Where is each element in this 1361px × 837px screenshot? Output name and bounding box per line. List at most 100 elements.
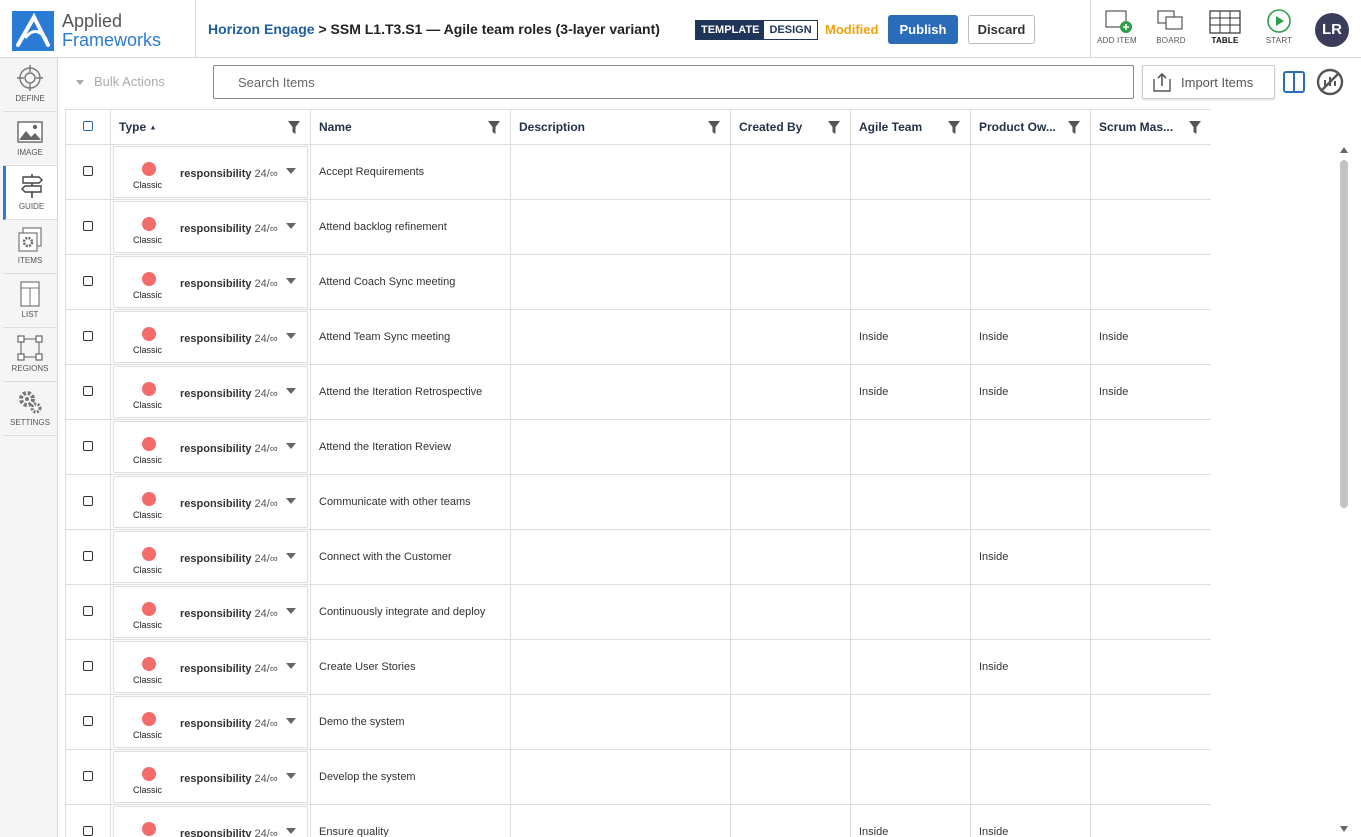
nav-settings[interactable]: SETTINGS	[3, 382, 57, 436]
agile-team-cell[interactable]	[850, 694, 971, 750]
agile-team-cell[interactable]: Inside	[850, 364, 971, 420]
product-owner-cell[interactable]	[970, 584, 1091, 640]
nav-list[interactable]: LIST	[3, 274, 57, 328]
chevron-down-icon[interactable]	[286, 718, 296, 724]
scrum-master-cell[interactable]: Inside	[1090, 309, 1211, 365]
table-row[interactable]: Classic responsibility 24/∞ Continuously in…	[65, 584, 1211, 640]
filter-icon[interactable]	[288, 121, 300, 134]
name-cell[interactable]: Develop the system	[310, 749, 511, 805]
template-design-toggle[interactable]: TEMPLATE DESIGN	[695, 20, 818, 40]
type-selector[interactable]: Classic responsibility24/∞	[113, 476, 308, 528]
scrum-master-cell[interactable]	[1090, 694, 1211, 750]
description-cell[interactable]	[510, 529, 731, 585]
column-header-description[interactable]: Description	[510, 109, 731, 145]
agile-team-cell[interactable]: Inside	[850, 309, 971, 365]
chevron-down-icon[interactable]	[286, 773, 296, 779]
description-cell[interactable]	[510, 309, 731, 365]
row-checkbox[interactable]	[83, 770, 93, 781]
agile-team-cell[interactable]	[850, 474, 971, 530]
scrum-master-cell[interactable]	[1090, 639, 1211, 695]
chevron-down-icon[interactable]	[286, 443, 296, 449]
table-row[interactable]: Classic responsibility 24/∞ Attend backlog …	[65, 199, 1211, 255]
description-cell[interactable]	[510, 804, 731, 837]
publish-button[interactable]: Publish	[888, 15, 958, 44]
scrum-master-cell[interactable]	[1090, 144, 1211, 200]
type-selector[interactable]: Classic responsibility24/∞	[113, 531, 308, 583]
add-item-tool[interactable]: ADD ITEM	[1089, 8, 1145, 52]
nav-guide[interactable]: GUIDE	[3, 166, 57, 220]
row-checkbox[interactable]	[83, 550, 93, 561]
name-cell[interactable]: Attend Team Sync meeting	[310, 309, 511, 365]
type-selector[interactable]: Classic responsibility24/∞	[113, 696, 308, 748]
product-owner-cell[interactable]	[970, 254, 1091, 310]
name-cell[interactable]: Create User Stories	[310, 639, 511, 695]
chevron-down-icon[interactable]	[286, 223, 296, 229]
agile-team-cell[interactable]	[850, 639, 971, 695]
table-row[interactable]: Classic responsibility 24/∞ Attend the Iter…	[65, 419, 1211, 475]
table-row[interactable]: Classicresponsibility24/∞Ensure quality I…	[65, 804, 1211, 837]
description-cell[interactable]	[510, 364, 731, 420]
chevron-down-icon[interactable]	[286, 663, 296, 669]
description-cell[interactable]	[510, 694, 731, 750]
discard-button[interactable]: Discard	[968, 15, 1035, 44]
scrum-master-cell[interactable]: Inside	[1090, 364, 1211, 420]
product-owner-cell[interactable]	[970, 144, 1091, 200]
type-selector[interactable]: Classic responsibility24/∞	[113, 201, 308, 253]
type-selector[interactable]: Classic responsibility24/∞	[113, 256, 308, 308]
select-all-checkbox[interactable]	[83, 121, 93, 131]
nav-regions[interactable]: REGIONS	[3, 328, 57, 382]
scrum-master-cell[interactable]	[1090, 804, 1211, 837]
name-cell[interactable]: Communicate with other teams	[310, 474, 511, 530]
agile-team-cell[interactable]: Inside	[850, 804, 971, 837]
description-cell[interactable]	[510, 199, 731, 255]
row-checkbox[interactable]	[83, 605, 93, 616]
breadcrumb-project-link[interactable]: Horizon Engage	[208, 21, 315, 37]
table-row[interactable]: Classic responsibility 24/∞ Demo the system	[65, 694, 1211, 750]
import-items-button[interactable]: Import Items	[1142, 65, 1275, 99]
agile-team-cell[interactable]	[850, 529, 971, 585]
hide-columns-icon[interactable]	[1316, 68, 1344, 96]
type-selector[interactable]: Classic responsibility24/∞	[113, 641, 308, 693]
scrum-master-cell[interactable]	[1090, 199, 1211, 255]
agile-team-cell[interactable]	[850, 584, 971, 640]
scrum-master-cell[interactable]	[1090, 749, 1211, 805]
type-selector[interactable]: Classic responsibility24/∞	[113, 421, 308, 473]
row-checkbox[interactable]	[83, 385, 93, 396]
vertical-scrollbar-thumb[interactable]	[1340, 160, 1348, 508]
agile-team-cell[interactable]	[850, 749, 971, 805]
scrum-master-cell[interactable]	[1090, 419, 1211, 475]
filter-icon[interactable]	[948, 121, 960, 134]
row-checkbox[interactable]	[83, 825, 93, 836]
name-cell[interactable]: Demo the system	[310, 694, 511, 750]
name-cell[interactable]: Attend Coach Sync meeting	[310, 254, 511, 310]
chevron-down-icon[interactable]	[286, 388, 296, 394]
filter-icon[interactable]	[488, 121, 500, 134]
board-tool[interactable]: BOARD	[1143, 8, 1199, 52]
chevron-down-icon[interactable]	[286, 278, 296, 284]
name-cell[interactable]: Attend the Iteration Retrospective	[310, 364, 511, 420]
bulk-actions-dropdown[interactable]: Bulk Actions	[76, 74, 165, 89]
product-owner-cell[interactable]: Inside	[970, 804, 1091, 837]
table-tool[interactable]: TABLE	[1197, 8, 1253, 52]
type-selector[interactable]: Classic responsibility24/∞	[113, 366, 308, 418]
description-cell[interactable]	[510, 419, 731, 475]
description-cell[interactable]	[510, 584, 731, 640]
filter-icon[interactable]	[708, 121, 720, 134]
scrum-master-cell[interactable]	[1090, 474, 1211, 530]
column-header-name[interactable]: Name	[310, 109, 511, 145]
chevron-down-icon[interactable]	[286, 333, 296, 339]
table-row[interactable]: Classic responsibility 24/∞ Attend the Iter…	[65, 364, 1211, 420]
column-header-scrum-master[interactable]: Scrum Mas...	[1090, 109, 1211, 145]
row-checkbox[interactable]	[83, 440, 93, 451]
type-selector[interactable]: Classic responsibility24/∞	[113, 586, 308, 638]
chevron-down-icon[interactable]	[286, 553, 296, 559]
scroll-down-arrow-icon[interactable]	[1340, 826, 1348, 832]
row-checkbox[interactable]	[83, 330, 93, 341]
column-header-product-owner[interactable]: Product Ow...	[970, 109, 1091, 145]
row-checkbox[interactable]	[83, 660, 93, 671]
product-owner-cell[interactable]	[970, 749, 1091, 805]
chevron-down-icon[interactable]	[286, 168, 296, 174]
filter-icon[interactable]	[828, 121, 840, 134]
row-checkbox[interactable]	[83, 220, 93, 231]
nav-items[interactable]: ITEMS	[3, 220, 57, 274]
